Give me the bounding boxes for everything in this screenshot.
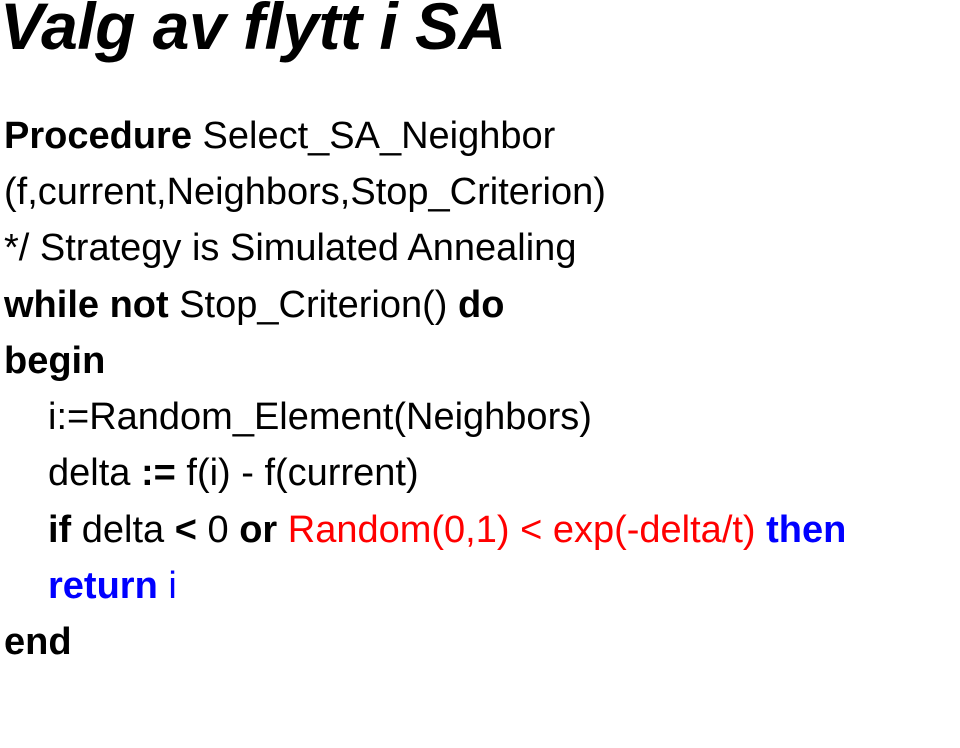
kw-or: or [239,509,288,551]
kw-do: do [458,284,504,326]
code-line-4: while not Stop_Criterion() do [4,277,846,333]
kw-end: end [4,614,846,670]
kw-begin: begin [4,333,846,389]
delta-expr: f(i) - f(current) [176,452,419,494]
code-line-7: delta := f(i) - f(current) [48,445,846,501]
op-assign: := [141,452,176,494]
op-lt: < [175,509,197,551]
delta-var: delta [48,452,141,494]
kw-procedure: Procedure [4,115,192,157]
slide-title: Valg av flytt i SA [0,0,506,64]
kw-then: then [756,509,847,551]
return-val: i [158,565,177,607]
code-block: Procedure Select_SA_Neighbor (f,current,… [4,108,846,670]
code-line-6: i:=Random_Element(Neighbors) [48,389,846,445]
slide: Valg av flytt i SA Procedure Select_SA_N… [0,0,960,748]
code-line-1: Procedure Select_SA_Neighbor [4,108,846,164]
rand-expr: Random(0,1) < exp(-delta/t) [288,509,756,551]
if-lhs: delta [71,509,175,551]
code-line-8: if delta < 0 or Random(0,1) < exp(-delta… [48,502,846,558]
kw-return: return [48,565,158,607]
while-cond: Stop_Criterion() [169,284,458,326]
code-line-9: return i [48,558,846,614]
kw-while-not: while not [4,284,169,326]
proc-name: Select_SA_Neighbor [192,115,555,157]
if-zero: 0 [197,509,239,551]
kw-if: if [48,509,71,551]
code-line-3: */ Strategy is Simulated Annealing [4,220,846,276]
code-line-2: (f,current,Neighbors,Stop_Criterion) [4,164,846,220]
